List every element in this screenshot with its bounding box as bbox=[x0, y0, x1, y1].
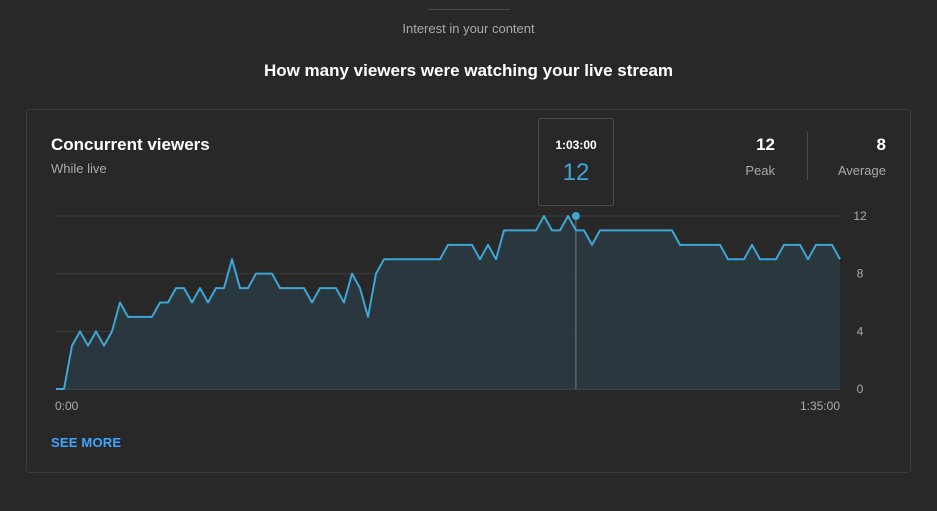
peak-value: 12 bbox=[756, 135, 775, 154]
highlight-point bbox=[571, 212, 580, 220]
y-tick-label: 12 bbox=[853, 209, 867, 223]
x-tick-label-end: 1:35:00 bbox=[800, 399, 840, 413]
area-fill bbox=[56, 216, 840, 389]
see-more-link[interactable]: SEE MORE bbox=[51, 435, 121, 450]
concurrent-viewers-card: Concurrent viewers While live 0 4 8 12 0:00 1… bbox=[26, 109, 911, 473]
y-tick-label: 4 bbox=[857, 324, 864, 338]
y-tick-label: 8 bbox=[857, 267, 864, 281]
stat-divider bbox=[807, 131, 808, 180]
average-stat: 8 Average bbox=[838, 135, 886, 178]
average-value: 8 bbox=[876, 135, 886, 154]
chart-tooltip: 1:03:00 12 bbox=[538, 118, 614, 206]
section-label: Interest in your content bbox=[402, 21, 535, 36]
top-divider bbox=[428, 9, 510, 10]
y-tick-label: 0 bbox=[857, 382, 864, 396]
page-headline: How many viewers were watching your live… bbox=[263, 61, 674, 80]
average-label: Average bbox=[837, 163, 886, 178]
peak-label: Peak bbox=[745, 163, 775, 178]
viewers-chart: 0 4 8 12 0:00 1:35:00 bbox=[55, 209, 867, 413]
x-tick-label-start: 0:00 bbox=[55, 399, 79, 413]
tooltip-time: 1:03:00 bbox=[555, 138, 597, 152]
peak-stat: 12 Peak bbox=[745, 135, 775, 178]
tooltip-value: 12 bbox=[562, 159, 590, 186]
